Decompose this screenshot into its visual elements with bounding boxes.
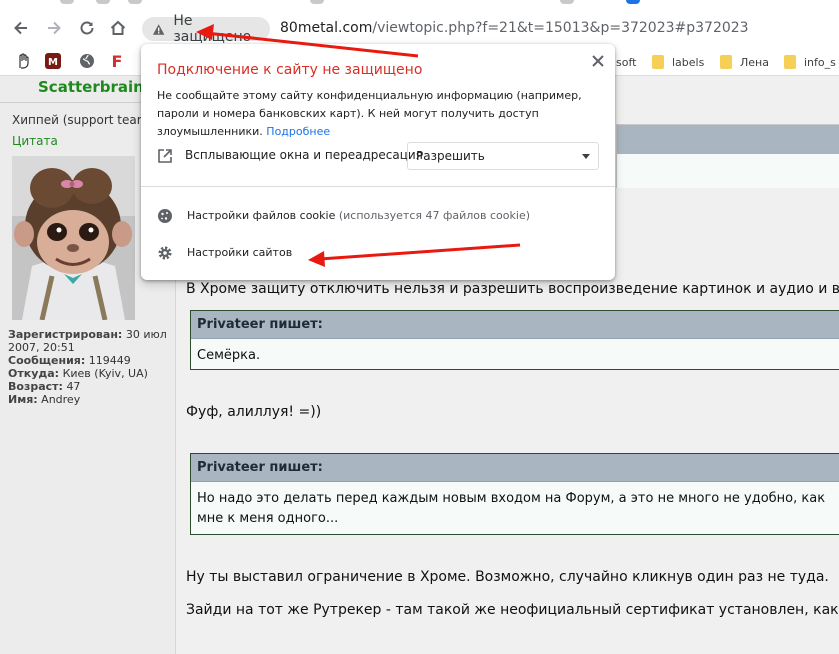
post-paragraph: Фуф, алиллуя! =)) [186, 404, 322, 420]
bookmark-folder-label: labels [672, 55, 705, 69]
bookmark-folder-label: Лена [740, 55, 769, 69]
browser-toolbar: Не защищено 80metal.com/viewtopic.php?f=… [0, 0, 839, 46]
registered-label: Зарегистрирован: [8, 328, 123, 341]
url-host: 80metal.com [280, 20, 373, 36]
author-username[interactable]: Scatterbrain [38, 78, 144, 96]
messages-value: 119449 [88, 354, 131, 367]
bookmark-folder-info[interactable]: info_s [784, 53, 836, 71]
url-path: /viewtopic.php?f=21&t=15013&p=372023#p37… [372, 20, 749, 36]
site-security-chip[interactable]: Не защищено [142, 13, 270, 45]
bookmark-folder-label: info_s [804, 55, 836, 69]
permission-select[interactable]: Разрешить [407, 142, 599, 170]
back-button[interactable] [8, 15, 34, 41]
bookmark-hand-icon[interactable] [14, 52, 32, 70]
permission-value: Разрешить [416, 149, 485, 163]
gear-icon [158, 246, 172, 260]
permission-popups-row: Всплывающие окна и переадресация Разреши… [157, 142, 601, 170]
quote-link[interactable]: Цитата [12, 134, 58, 148]
close-icon [592, 55, 604, 67]
from-label: Откуда: [8, 367, 60, 380]
forward-arrow-icon [48, 21, 61, 35]
folder-icon [720, 55, 732, 69]
home-icon [110, 20, 126, 35]
learn-more-link[interactable]: Подробнее [266, 125, 330, 138]
cookie-settings-item[interactable]: Настройки файлов cookie (используется 47… [157, 206, 601, 228]
quote-author: Privateer пишет: [191, 454, 839, 482]
bookmark-folder-label: soft [616, 55, 637, 69]
tab-strip-remnant [0, 0, 839, 6]
quote-text: Но надо это делать перед каждым новым вх… [197, 491, 826, 526]
reload-button[interactable] [74, 15, 100, 41]
cookie-icon [158, 209, 172, 223]
quote-text: Семёрка. [197, 348, 261, 363]
cookie-count-note: (используется 47 файлов cookie) [338, 209, 531, 222]
post-paragraph: В Хроме защиту отключить нельзя и разреш… [186, 281, 839, 297]
quote-box-partial [616, 124, 839, 188]
avatar [12, 156, 135, 320]
bookmark-f-icon[interactable]: F [108, 51, 126, 71]
forward-button[interactable] [41, 15, 67, 41]
name-value: Andrey [41, 393, 81, 406]
monkey-avatar-image [12, 156, 135, 320]
back-arrow-icon [14, 21, 27, 35]
age-value: 47 [66, 380, 81, 393]
post-paragraph: Ну ты выставил ограничение в Хроме. Возм… [186, 569, 829, 585]
popup-title: Подключение к сайту не защищено [157, 62, 423, 78]
dropdown-caret-icon [582, 154, 590, 159]
url-text[interactable]: 80metal.com/viewtopic.php?f=21&t=15013&p… [280, 20, 749, 36]
close-button[interactable] [589, 52, 607, 70]
warning-triangle-icon [152, 23, 165, 35]
permission-label: Всплывающие окна и переадресация [185, 148, 423, 162]
from-value: Киев (Kyiv, UA) [62, 367, 148, 380]
address-bar[interactable]: Не защищено 80metal.com/viewtopic.php?f=… [140, 13, 839, 45]
reload-icon [80, 21, 94, 35]
messages-label: Сообщения: [8, 354, 86, 367]
cookie-settings-label: Настройки файлов cookie [187, 209, 336, 222]
popup-description: Не сообщайте этому сайту конфиденциальну… [157, 87, 603, 141]
age-label: Возраст: [8, 380, 63, 393]
open-in-new-icon [158, 149, 172, 163]
site-settings-item[interactable]: Настройки сайтов [157, 243, 601, 265]
quote-block: Privateer пишет: Семёрка. [190, 310, 839, 370]
site-info-popup: Подключение к сайту не защищено Не сообщ… [141, 44, 615, 280]
bookmark-folder-lena[interactable]: Лена [720, 53, 769, 71]
post-paragraph: Зайди на тот же Рутрекер - там такой же … [186, 602, 839, 618]
popup-description-text: Не сообщайте этому сайту конфиденциальну… [157, 89, 582, 138]
quote-block: Privateer пишет: Но надо это делать пере… [190, 453, 839, 535]
site-settings-label: Настройки сайтов [187, 246, 293, 259]
bookmark-red-logo-icon[interactable]: M [44, 52, 62, 70]
bookmark-folder-labels[interactable]: labels [652, 53, 704, 71]
home-button[interactable] [105, 15, 131, 41]
author-profile-info: Зарегистрирован: 30 июл 2007, 20:51 Сооб… [8, 328, 174, 406]
quote-author: Privateer пишет: [191, 311, 839, 339]
security-label: Не защищено [173, 13, 252, 45]
folder-icon [784, 55, 796, 69]
svg-text:M: M [48, 57, 58, 68]
folder-icon [652, 55, 664, 69]
divider [141, 186, 615, 187]
bookmark-f-glyph: F [111, 51, 123, 71]
bookmark-globe-icon[interactable] [78, 52, 96, 70]
author-rank: Хиппей (support team) [12, 113, 154, 127]
name-label: Имя: [8, 393, 38, 406]
